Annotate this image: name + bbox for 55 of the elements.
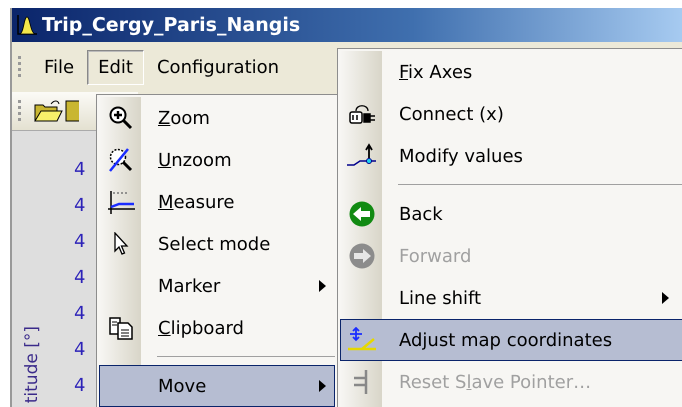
menu-item[interactable]: Line shift <box>340 277 682 319</box>
axis-tick-label: 4 <box>74 267 86 289</box>
menu-item-label: Fix Axes <box>399 62 474 82</box>
menu-item-label: Clipboard <box>158 318 245 338</box>
pointer-icon <box>113 232 129 256</box>
plug-icon <box>348 102 376 126</box>
menu-item[interactable]: Marker <box>99 265 335 307</box>
menu-item[interactable]: Select mode <box>99 223 335 265</box>
submenu-arrow-icon <box>319 380 326 392</box>
menu-item-label: Modify values <box>399 146 524 166</box>
menu-item-label: Measure <box>158 192 236 212</box>
menu-item[interactable]: Measure <box>99 181 335 223</box>
grip-handle-icon[interactable] <box>18 100 21 122</box>
axis-label: titude [°] <box>22 326 42 403</box>
menu-item-label: Adjust map coordinates <box>399 330 614 350</box>
menu-item-label: Move <box>158 376 208 396</box>
menu-item-label: Forward <box>399 246 472 266</box>
menu-item[interactable]: Connect (x) <box>340 93 682 135</box>
axis-tick-label: 4 <box>74 159 86 181</box>
axis-tick-label: 4 <box>74 231 86 253</box>
menu-item[interactable]: Adjust map coordinates <box>340 319 682 361</box>
menu-item[interactable]: Back <box>340 193 682 235</box>
menu-item[interactable]: Edit <box>87 50 144 84</box>
menu-item[interactable]: Configuration <box>146 50 290 84</box>
measure-icon <box>107 189 135 215</box>
chart-logo-icon <box>16 14 38 36</box>
menu-item[interactable]: Zoom <box>99 97 335 139</box>
menu-item[interactable]: Modify values <box>340 135 682 177</box>
axis-tick-label: 4 <box>74 339 86 361</box>
menu-item[interactable]: Clipboard <box>99 307 335 349</box>
axis-tick-label: 4 <box>74 195 86 217</box>
menu-item[interactable]: File <box>33 50 86 84</box>
menu-item-label: Line shift <box>399 288 482 308</box>
grip-handle-icon[interactable] <box>18 56 21 78</box>
menu-item-label: Unzoom <box>158 150 233 170</box>
menu-item[interactable]: Move <box>99 365 335 407</box>
submenu-arrow-icon <box>662 292 669 304</box>
submenu-arrow-icon <box>319 280 326 292</box>
menu-item-label: Zoom <box>158 108 211 128</box>
menu-item-label: Back <box>399 204 444 224</box>
open-folder-icon[interactable] <box>33 99 63 123</box>
menu-item[interactable]: Fix Axes <box>340 51 682 93</box>
clipboard-icon <box>108 316 134 340</box>
menu-item-label: Marker <box>158 276 222 296</box>
zoom-in-icon <box>108 105 134 131</box>
axis-tick-label: 4 <box>74 375 86 397</box>
modify-point-icon <box>346 143 378 169</box>
axis-tick-label: 4 <box>74 303 86 325</box>
menu-item-label: Reset Slave Pointer… <box>399 372 592 392</box>
menu-item-label: Connect (x) <box>399 104 505 124</box>
unzoom-icon <box>108 147 134 173</box>
adjust-axes-icon <box>346 327 378 353</box>
menu-item[interactable]: Unzoom <box>99 139 335 181</box>
window-title: Trip_Cergy_Paris_Nangis <box>42 14 300 36</box>
menu-item-label: Select mode <box>158 234 272 254</box>
